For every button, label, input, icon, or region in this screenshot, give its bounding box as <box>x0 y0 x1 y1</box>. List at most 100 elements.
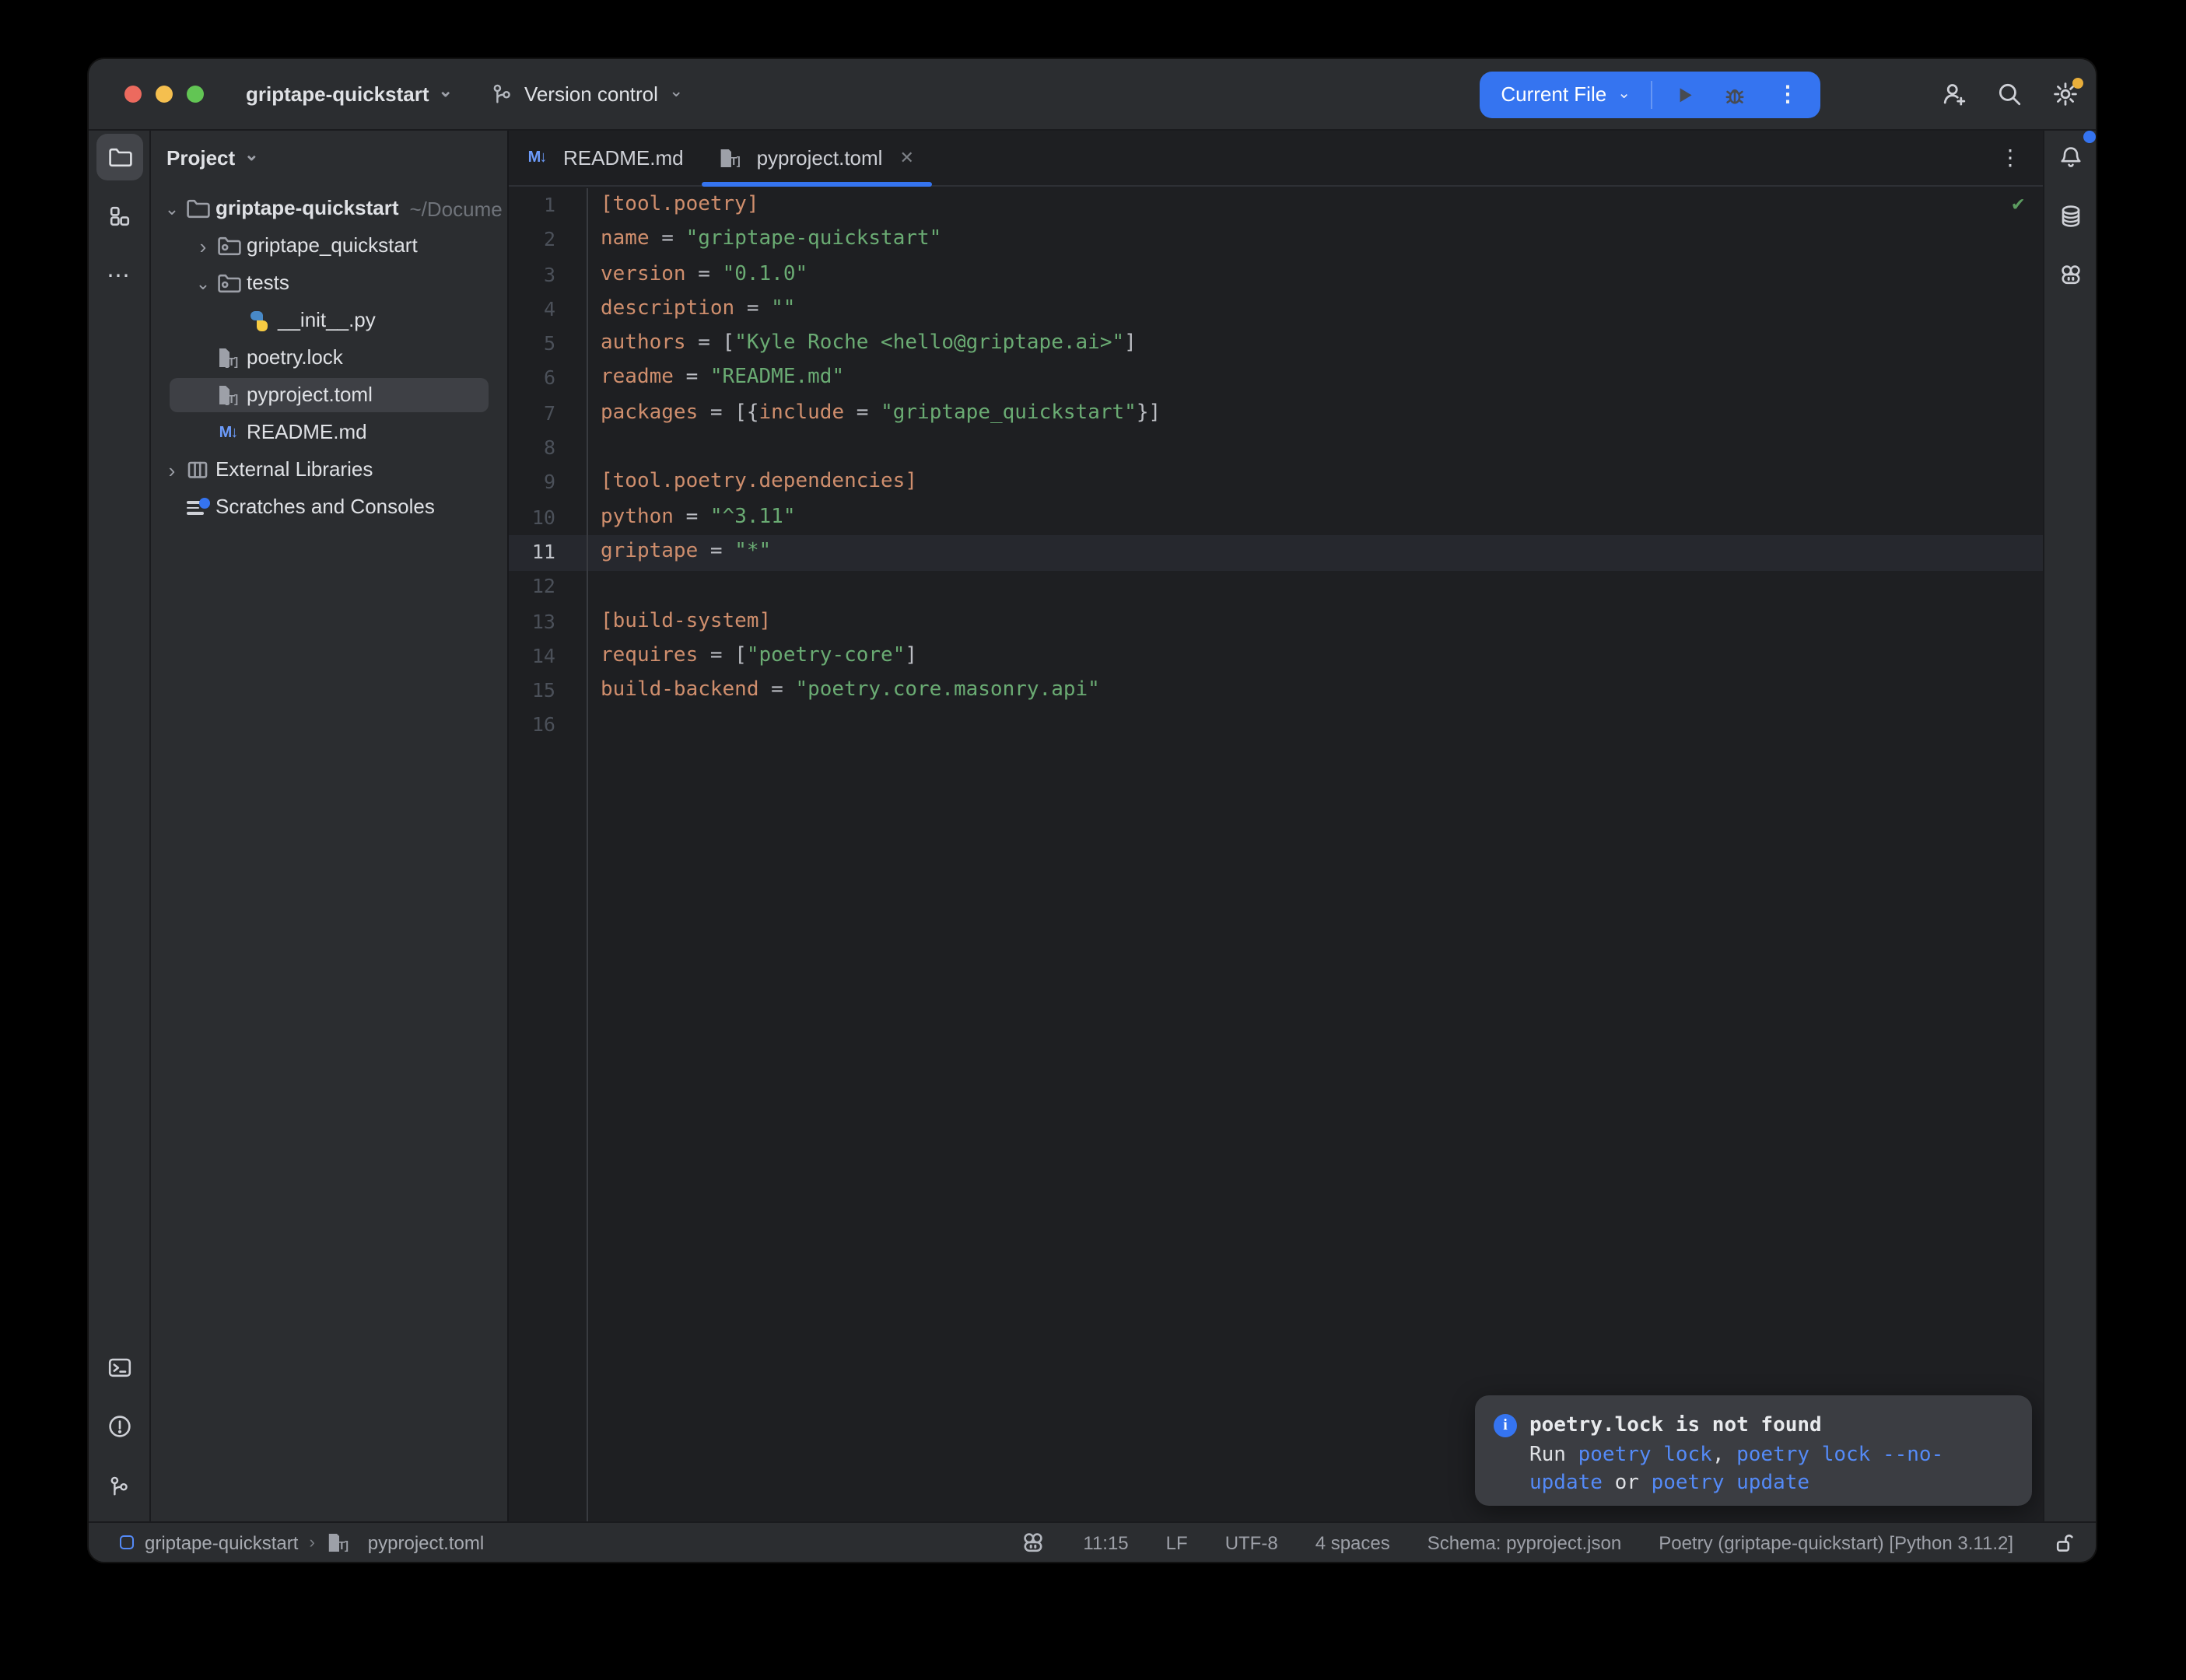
line-number: 15 <box>509 674 587 709</box>
project-widget[interactable]: griptape-quickstart ⌄ <box>246 82 453 106</box>
settings-badge-dot <box>2072 77 2083 88</box>
schema-widget[interactable]: Schema: pyproject.json <box>1428 1531 1621 1553</box>
code-line: python = "^3.11" <box>601 500 1161 535</box>
line-separator-widget[interactable]: LF <box>1166 1531 1188 1553</box>
terminal-icon[interactable] <box>96 1344 142 1391</box>
close-window-button[interactable] <box>124 86 142 103</box>
tree-item-pyproject-toml[interactable]: [T] pyproject.toml <box>151 376 507 414</box>
breadcrumb[interactable]: griptape-quickstart › [T] pyproject.toml <box>120 1530 484 1555</box>
run-more-icon[interactable]: ⋮ <box>1771 77 1805 111</box>
ai-assistant-icon[interactable] <box>1021 1530 1046 1555</box>
notification-balloon[interactable]: i poetry.lock is not found Run poetry lo… <box>1475 1395 2032 1506</box>
lock-open-icon[interactable] <box>2051 1530 2076 1555</box>
interpreter-widget[interactable]: Poetry (griptape-quickstart) [Python 3.1… <box>1659 1531 2013 1553</box>
debug-icon[interactable] <box>1718 77 1752 111</box>
screen: griptape-quickstart ⌄ Version control ⌄ … <box>0 0 2186 1680</box>
close-tab-icon[interactable]: ✕ <box>899 148 913 168</box>
notification-title: poetry.lock is not found <box>1529 1412 2010 1441</box>
toml-icon: [T] <box>215 345 240 370</box>
line-number: 11 <box>509 535 587 570</box>
project-panel-header[interactable]: Project ⌄ <box>151 131 507 184</box>
tree-item-label: griptape_quickstart <box>247 227 418 264</box>
project-folder-icon[interactable] <box>96 134 142 180</box>
clock-widget[interactable]: 11:15 <box>1083 1531 1128 1553</box>
more-tool-windows-icon[interactable]: ⋯ <box>96 252 142 299</box>
folder-icon <box>184 196 209 221</box>
tab-options-icon[interactable]: ⋮ <box>1999 131 2021 185</box>
tree-item--init-py[interactable]: __init__.py <box>151 302 507 339</box>
python-icon <box>247 308 271 333</box>
main-area: ⋯ Project ⌄ ⌄griptape-quickstart~/Docume… <box>89 131 2096 1521</box>
search-icon[interactable] <box>1990 75 2027 113</box>
structure-icon[interactable] <box>96 193 142 240</box>
tree-item-griptape-quickstart[interactable]: ⌄griptape-quickstart~/Docume <box>151 190 507 227</box>
line-number: 4 <box>509 292 587 327</box>
vcs-widget[interactable]: Version control ⌄ <box>490 82 683 106</box>
notification-link[interactable]: poetry update <box>1652 1472 1810 1495</box>
line-number: 3 <box>509 257 587 292</box>
tree-item-label: README.md <box>247 414 367 451</box>
notifications-icon[interactable] <box>2047 134 2093 180</box>
libraries-icon <box>184 457 209 482</box>
run-icon[interactable] <box>1668 77 1702 111</box>
code-line <box>601 709 1161 744</box>
code-area[interactable]: [tool.poetry]name = "griptape-quickstart… <box>588 188 1161 1521</box>
run-config-label[interactable]: Current File <box>1501 82 1606 106</box>
editor[interactable]: 12345678910111213141516 [tool.poetry]nam… <box>509 187 2043 1521</box>
notification-text: or <box>1603 1472 1652 1495</box>
chevron-down-icon: ⌄ <box>439 84 453 101</box>
inspection-ok-icon[interactable]: ✔ <box>2012 193 2024 216</box>
line-number: 2 <box>509 223 587 258</box>
folder-package-icon <box>215 233 240 258</box>
chevron-right-icon[interactable]: › <box>159 458 184 481</box>
notification-link[interactable]: poetry lock <box>1578 1443 1712 1466</box>
tree-item-scratches-and-consoles[interactable]: Scratches and Consoles <box>151 488 507 526</box>
problems-icon[interactable] <box>96 1403 142 1450</box>
tree-item-readme-md[interactable]: M↓README.md <box>151 414 507 451</box>
database-icon[interactable] <box>2047 193 2093 240</box>
scratches-icon <box>184 495 209 520</box>
statusbar-widgets: 11:15 LF UTF-8 4 spaces Schema: pyproject.js… <box>1021 1530 2076 1555</box>
tree-item-label: pyproject.toml <box>247 376 373 414</box>
run-widget[interactable]: Current File ⌄ ⋮ <box>1479 71 1820 117</box>
line-number: 13 <box>509 604 587 639</box>
chevron-down-icon[interactable]: ⌄ <box>159 198 184 219</box>
git-branch-icon <box>490 82 513 106</box>
ai-assistant-icon[interactable] <box>2047 252 2093 299</box>
breadcrumb-project[interactable]: griptape-quickstart <box>145 1531 298 1553</box>
encoding-widget[interactable]: UTF-8 <box>1225 1531 1278 1553</box>
add-user-icon[interactable] <box>1934 75 1971 113</box>
breadcrumb-file[interactable]: pyproject.toml <box>368 1531 484 1553</box>
indent-widget[interactable]: 4 spaces <box>1315 1531 1390 1553</box>
tab-pyproject-toml[interactable]: [T]pyproject.toml✕ <box>702 131 933 185</box>
code-line: name = "griptape-quickstart" <box>601 223 1161 258</box>
chevron-right-icon[interactable]: › <box>191 234 215 257</box>
tree-item-label: __init__.py <box>278 302 376 339</box>
chevron-down-icon[interactable]: ⌄ <box>191 273 215 293</box>
titlebar-actions <box>1934 75 2096 113</box>
toml-file-icon: [T] <box>326 1530 351 1555</box>
project-widget-label: griptape-quickstart <box>246 82 429 106</box>
tree-item-path: ~/Docume <box>410 197 503 220</box>
minimize-window-button[interactable] <box>156 86 173 103</box>
tree-item-griptape-quickstart[interactable]: › griptape_quickstart <box>151 227 507 264</box>
toml-icon: [T] <box>215 383 240 408</box>
tree-item-poetry-lock[interactable]: [T]poetry.lock <box>151 339 507 376</box>
code-line: readme = "README.md" <box>601 362 1161 397</box>
project-tree: ⌄griptape-quickstart~/Docume › griptape_qu… <box>151 190 507 526</box>
editor-gutter: 12345678910111213141516 <box>509 188 588 1521</box>
left-tool-stripe: ⋯ <box>89 131 151 1521</box>
notification-body: poetry.lock is not found Run poetry lock… <box>1529 1412 2010 1506</box>
tree-item-tests[interactable]: ⌄tests <box>151 264 507 302</box>
code-line: [tool.poetry] <box>601 188 1161 223</box>
notification-dot <box>2083 131 2095 143</box>
zoom-window-button[interactable] <box>187 86 204 103</box>
status-bar: griptape-quickstart › [T] pyproject.toml… <box>89 1521 2096 1562</box>
settings-icon[interactable] <box>2046 75 2083 113</box>
tab-readme-md[interactable]: M↓README.md <box>509 131 702 185</box>
code-line: [tool.poetry.dependencies] <box>601 466 1161 501</box>
tree-item-external-libraries[interactable]: ›External Libraries <box>151 451 507 488</box>
notification-text: Run <box>1529 1443 1578 1466</box>
chevron-down-icon: ⌄ <box>669 84 683 101</box>
version-control-icon[interactable] <box>96 1462 142 1509</box>
